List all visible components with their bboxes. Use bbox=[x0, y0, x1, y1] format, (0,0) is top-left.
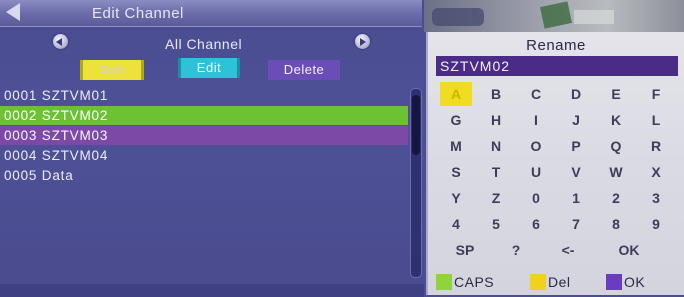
channel-scrollbar[interactable] bbox=[410, 88, 422, 278]
channel-row[interactable]: 0001 SZTVM01 bbox=[0, 86, 408, 105]
video-preview bbox=[424, 0, 684, 32]
key-ok[interactable]: OK bbox=[604, 238, 654, 262]
key-m[interactable]: M bbox=[440, 134, 472, 158]
key-d[interactable]: D bbox=[560, 82, 592, 106]
key-backspace[interactable]: <- bbox=[552, 238, 584, 262]
color-key-legend: CAPS Del OK bbox=[428, 268, 684, 292]
scrollbar-thumb[interactable] bbox=[412, 95, 420, 155]
key-f[interactable]: F bbox=[640, 82, 672, 106]
key-y[interactable]: Y bbox=[440, 186, 472, 210]
action-buttons: Sort Edit Delete bbox=[0, 58, 422, 82]
key-w[interactable]: W bbox=[600, 160, 632, 184]
group-selector: All Channel bbox=[0, 32, 422, 54]
title-bar: Edit Channel bbox=[0, 0, 422, 27]
key-t[interactable]: T bbox=[480, 160, 512, 184]
legend-swatch bbox=[606, 274, 622, 290]
key-2[interactable]: 2 bbox=[600, 186, 632, 210]
key-8[interactable]: 8 bbox=[600, 212, 632, 236]
key-9[interactable]: 9 bbox=[640, 212, 672, 236]
key-j[interactable]: J bbox=[560, 108, 592, 132]
page-title: Edit Channel bbox=[92, 5, 184, 22]
key-g[interactable]: G bbox=[440, 108, 472, 132]
legend-label: OK bbox=[624, 274, 646, 290]
key-s[interactable]: S bbox=[440, 160, 472, 184]
prev-group-icon[interactable] bbox=[53, 34, 68, 49]
name-input[interactable]: SZTVM02 bbox=[436, 56, 678, 76]
key-a[interactable]: A bbox=[440, 82, 472, 106]
edit-button[interactable]: Edit bbox=[178, 58, 240, 78]
key-e[interactable]: E bbox=[600, 82, 632, 106]
channel-list: 0001 SZTVM01 0002 SZTVM02 0003 SZTVM03 0004… bbox=[0, 86, 408, 286]
key-i[interactable]: I bbox=[520, 108, 552, 132]
key-7[interactable]: 7 bbox=[560, 212, 592, 236]
rename-dialog: Rename SZTVM02 ABCDEF GHIJKL MNOPQR STUVWX Y… bbox=[426, 32, 684, 295]
key-0[interactable]: 0 bbox=[520, 186, 552, 210]
legend-label: Del bbox=[548, 274, 571, 290]
key-6[interactable]: 6 bbox=[520, 212, 552, 236]
sort-button[interactable]: Sort bbox=[80, 60, 144, 80]
key-p[interactable]: P bbox=[560, 134, 592, 158]
next-group-icon[interactable] bbox=[355, 34, 370, 49]
key-x[interactable]: X bbox=[640, 160, 672, 184]
channel-row[interactable]: 0005 Data bbox=[0, 166, 408, 185]
key-1[interactable]: 1 bbox=[560, 186, 592, 210]
key-k[interactable]: K bbox=[600, 108, 632, 132]
key-c[interactable]: C bbox=[520, 82, 552, 106]
key-h[interactable]: H bbox=[480, 108, 512, 132]
channel-row[interactable]: 0002 SZTVM02 bbox=[0, 106, 408, 125]
legend-swatch bbox=[530, 274, 546, 290]
bottom-band bbox=[0, 284, 424, 297]
legend-label: CAPS bbox=[454, 274, 495, 290]
key-3[interactable]: 3 bbox=[640, 186, 672, 210]
delete-button[interactable]: Delete bbox=[268, 60, 340, 80]
key-question[interactable]: ? bbox=[500, 238, 532, 262]
key-z[interactable]: Z bbox=[480, 186, 512, 210]
key-o[interactable]: O bbox=[520, 134, 552, 158]
legend-swatch bbox=[436, 274, 452, 290]
key-4[interactable]: 4 bbox=[440, 212, 472, 236]
group-label: All Channel bbox=[165, 36, 243, 52]
channel-row[interactable]: 0004 SZTVM04 bbox=[0, 146, 408, 165]
rename-title: Rename bbox=[526, 37, 586, 54]
key-5[interactable]: 5 bbox=[480, 212, 512, 236]
back-arrow-icon[interactable] bbox=[6, 3, 20, 21]
channel-row[interactable]: 0003 SZTVM03 bbox=[0, 126, 408, 145]
key-u[interactable]: U bbox=[520, 160, 552, 184]
edit-channel-panel: Edit Channel All Channel Sort Edit Delet… bbox=[0, 0, 424, 297]
key-q[interactable]: Q bbox=[600, 134, 632, 158]
key-v[interactable]: V bbox=[560, 160, 592, 184]
key-n[interactable]: N bbox=[480, 134, 512, 158]
key-r[interactable]: R bbox=[640, 134, 672, 158]
key-l[interactable]: L bbox=[640, 108, 672, 132]
key-b[interactable]: B bbox=[480, 82, 512, 106]
key-space[interactable]: SP bbox=[440, 238, 490, 262]
